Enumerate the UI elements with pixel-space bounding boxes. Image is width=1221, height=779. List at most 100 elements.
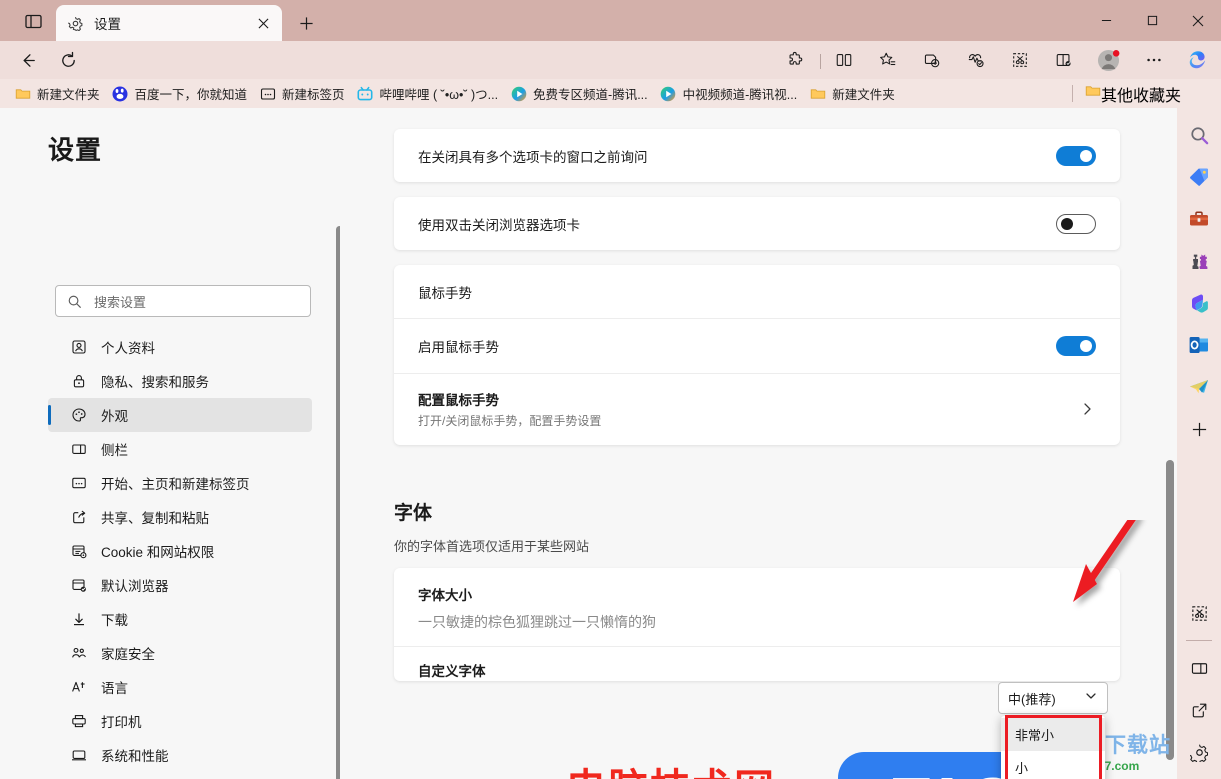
more-options-icon[interactable]: [1140, 46, 1168, 74]
sidebar-item-reset[interactable]: 重置设置: [48, 772, 312, 779]
sidebar-item-profile[interactable]: 个人资料: [48, 330, 312, 364]
profile-avatar[interactable]: [1094, 46, 1122, 74]
bookmark-label: 中视频频道-腾讯视...: [682, 88, 798, 102]
search-icon: [66, 293, 82, 309]
sidebar-item-default-browser[interactable]: 默认浏览器: [48, 568, 312, 602]
edge-sidebar: [1177, 108, 1221, 779]
sidebar-item-appearance[interactable]: 外观: [48, 398, 312, 432]
favorites-icon[interactable]: [874, 46, 902, 74]
extensions-icon[interactable]: [782, 46, 810, 74]
microsoft-365-icon[interactable]: [1177, 282, 1221, 324]
setting-label: 配置鼠标手势: [418, 393, 499, 408]
browser-essentials-icon[interactable]: [962, 46, 990, 74]
font-size-select[interactable]: 中(推荐): [998, 682, 1108, 714]
close-icon[interactable]: [252, 12, 274, 34]
minimize-button[interactable]: [1083, 0, 1129, 41]
split-screen-icon[interactable]: [830, 46, 858, 74]
font-size-selected-value: 中(推荐): [1008, 691, 1056, 707]
bookmark-item[interactable]: 新建文件夹: [803, 82, 901, 106]
window-controls: [1083, 0, 1221, 41]
sidebar-item-label: 开始、主页和新建标签页: [101, 477, 250, 492]
setting-label: 在关闭具有多个选项卡的窗口之前询问: [418, 149, 648, 165]
chevron-down-icon: [1084, 689, 1098, 708]
maximize-button[interactable]: [1129, 0, 1175, 41]
font-section-heading: 字体: [394, 503, 433, 524]
search-input[interactable]: 搜索设置: [55, 285, 311, 317]
font-size-dropdown-menu[interactable]: 非常小 小 中(推荐) 大 很大: [1001, 716, 1105, 779]
screenshot-icon[interactable]: [1177, 592, 1221, 634]
close-button[interactable]: [1175, 0, 1221, 41]
profile-icon: [70, 338, 88, 356]
sidebar-item-startup[interactable]: 开始、主页和新建标签页: [48, 466, 312, 500]
bookmark-item[interactable]: 新建标签页: [253, 82, 351, 106]
open-external-icon[interactable]: [1177, 689, 1221, 731]
settings-gear-icon[interactable]: [1177, 731, 1221, 773]
sidebar-item-sidebar[interactable]: 侧栏: [48, 432, 312, 466]
settings-nav-list: 个人资料 隐私、搜索和服务 外观 侧栏 开始、主页和新建标签页 共享、复制和粘贴…: [48, 330, 312, 779]
font-size-label: 字体大小: [418, 588, 472, 603]
content-scrollbar[interactable]: [1166, 460, 1174, 760]
bookmark-label: 免费专区频道-腾讯...: [533, 88, 648, 102]
tools-icon[interactable]: [1177, 198, 1221, 240]
refresh-icon[interactable]: [54, 46, 82, 74]
dropdown-option[interactable]: 非常小: [1001, 718, 1105, 751]
games-icon[interactable]: [1177, 240, 1221, 282]
tab-title: 设置: [94, 17, 121, 32]
sidebar-item-system[interactable]: 系统和性能: [48, 738, 312, 772]
sidebar-item-languages[interactable]: 语言: [48, 670, 312, 704]
setting-card-double-click-close: 使用双击关闭浏览器选项卡: [394, 197, 1120, 250]
bookmark-label: 哔哩哔哩 ( ˘•ω•˘ )つ...: [379, 88, 499, 102]
shopping-tag-icon[interactable]: [1177, 156, 1221, 198]
add-sidebar-app-button[interactable]: [1177, 408, 1221, 450]
download-icon: [70, 610, 88, 628]
sidebar-item-label: 系统和性能: [101, 749, 169, 764]
double-click-close-toggle[interactable]: [1056, 213, 1096, 234]
page-title: 设置: [48, 135, 103, 165]
settings-content: 在关闭具有多个选项卡的窗口之前询问 使用双击关闭浏览器选项卡 鼠标手势 启用鼠标…: [340, 108, 1177, 779]
sidebar-item-label: Cookie 和网站权限: [101, 545, 215, 560]
folder-icon: [809, 85, 826, 102]
sidebar-item-downloads[interactable]: 下载: [48, 602, 312, 636]
sidebar-item-label: 个人资料: [101, 341, 155, 356]
bookmark-item[interactable]: 新建文件夹: [8, 82, 106, 106]
dropdown-option[interactable]: 小: [1001, 751, 1105, 779]
sidebar-item-cookies[interactable]: Cookie 和网站权限: [48, 534, 312, 568]
split-view-icon[interactable]: [1177, 647, 1221, 689]
folder-icon: [1085, 83, 1101, 104]
collections-icon[interactable]: [918, 46, 946, 74]
telegram-icon[interactable]: [1177, 366, 1221, 408]
bookmark-label: 新建文件夹: [832, 88, 895, 102]
bookmark-item[interactable]: 免费专区频道-腾讯...: [504, 82, 654, 106]
setting-sublabel: 打开/关闭鼠标手势，配置手势设置: [418, 414, 602, 428]
sidebar-item-printers[interactable]: 打印机: [48, 704, 312, 738]
new-tab-button[interactable]: [292, 10, 320, 36]
read-aloud-icon[interactable]: [1050, 46, 1078, 74]
bookmark-item[interactable]: 百度一下，你就知道: [106, 82, 254, 106]
enable-mouse-gestures-toggle[interactable]: [1056, 336, 1096, 356]
search-icon[interactable]: [1177, 114, 1221, 156]
back-arrow-icon[interactable]: [14, 46, 42, 74]
tencent-video-icon: [660, 85, 677, 102]
sidebar-item-label: 外观: [101, 409, 128, 424]
bookmark-item[interactable]: 哔哩哔哩 ( ˘•ω•˘ )つ...: [351, 82, 505, 106]
browser-tab-settings[interactable]: 设置: [56, 5, 282, 41]
screenshot-icon[interactable]: [1006, 46, 1034, 74]
setting-row-enable-gestures: 启用鼠标手势: [394, 319, 1120, 373]
outlook-icon[interactable]: [1177, 324, 1221, 366]
baidu-icon: [112, 85, 129, 102]
sidebar-item-family[interactable]: 家庭安全: [48, 636, 312, 670]
sidebar-icon: [70, 440, 88, 458]
other-bookmarks-button[interactable]: 其他收藏夹: [1079, 82, 1187, 106]
sidebar-item-privacy[interactable]: 隐私、搜索和服务: [48, 364, 312, 398]
palette-icon: [70, 406, 88, 424]
setting-row-configure-gestures[interactable]: 配置鼠标手势 打开/关闭鼠标手势，配置手势设置: [394, 374, 1120, 444]
page-viewport: 设置 搜索设置 个人资料 隐私、搜索和服务 外观 侧栏 开始、主页和新建标签页 …: [0, 108, 1177, 779]
copilot-icon[interactable]: [1184, 46, 1212, 74]
ask-before-closing-toggle[interactable]: [1056, 145, 1096, 166]
sidebar-item-label: 侧栏: [101, 443, 128, 458]
setting-row: 在关闭具有多个选项卡的窗口之前询问: [394, 129, 1120, 182]
share-icon: [70, 508, 88, 526]
sidebar-item-share[interactable]: 共享、复制和粘贴: [48, 500, 312, 534]
bookmark-item[interactable]: 中视频频道-腾讯视...: [654, 82, 804, 106]
tab-actions-menu-icon[interactable]: [14, 8, 52, 34]
